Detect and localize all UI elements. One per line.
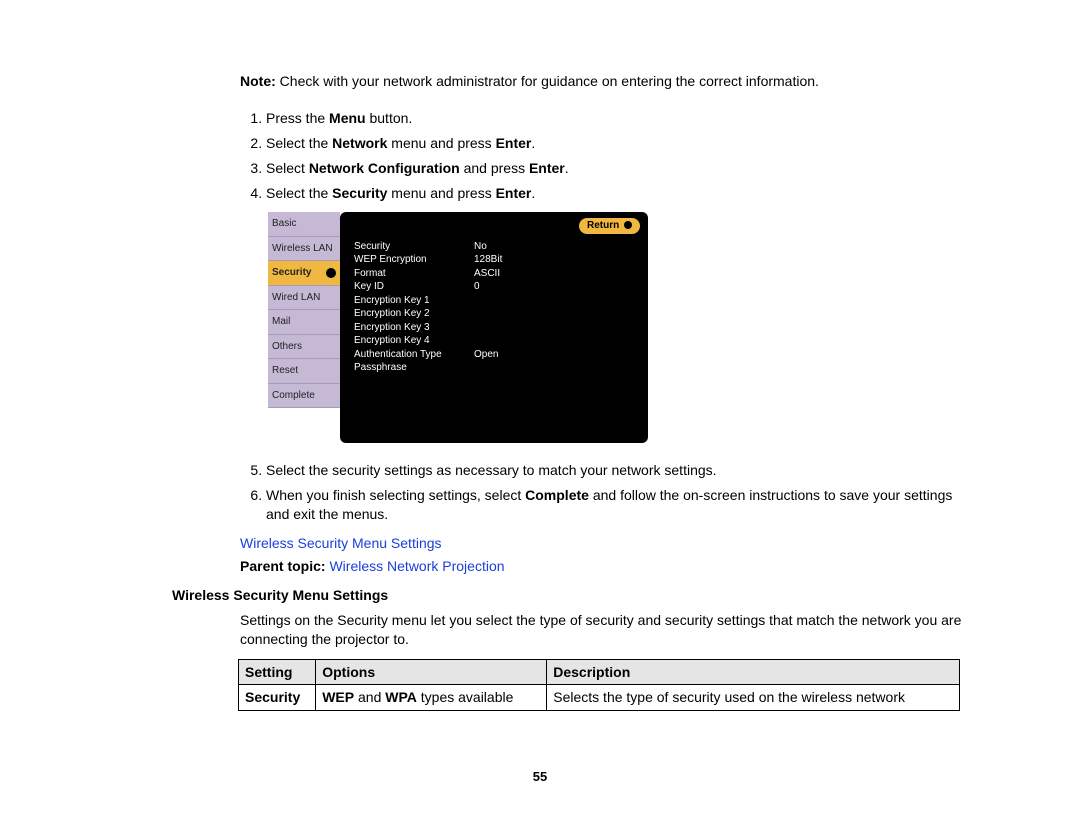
td-options: WEP and WPA types available — [316, 685, 547, 711]
list-item: Select Network Configuration and press E… — [266, 159, 962, 178]
parent-topic-link[interactable]: Wireless Network Projection — [329, 558, 504, 574]
return-button: Return — [579, 218, 640, 234]
settings-table: Setting Options Description Security WEP… — [238, 659, 960, 712]
menu-sidebar: BasicWireless LANSecurityWired LANMailOt… — [268, 212, 340, 408]
menu-row-label: Passphrase — [354, 361, 474, 375]
table-row: Security WEP and WPA types available Sel… — [239, 685, 960, 711]
return-icon — [624, 221, 632, 229]
menu-sidebar-item: Complete — [268, 384, 340, 409]
menu-row: Passphrase — [354, 361, 640, 375]
menu-row: Encryption Key 2 — [354, 307, 640, 321]
menu-row-value: No — [474, 240, 487, 254]
page: Note: Check with your network administra… — [0, 0, 1080, 834]
menu-row-label: Encryption Key 1 — [354, 294, 474, 308]
note-text: Check with your network administrator fo… — [276, 73, 819, 89]
parent-topic-label: Parent topic: — [240, 558, 326, 574]
page-number: 55 — [533, 768, 547, 786]
menu-row: FormatASCII — [354, 267, 640, 281]
note-line: Note: Check with your network administra… — [240, 72, 962, 91]
menu-sidebar-item: Others — [268, 335, 340, 360]
menu-row-label: Format — [354, 267, 474, 281]
note-label: Note: — [240, 73, 276, 89]
menu-sidebar-item: Wired LAN — [268, 286, 340, 311]
child-link-line: Wireless Security Menu Settings — [240, 534, 962, 553]
th-options: Options — [316, 659, 547, 685]
td-description: Selects the type of security used on the… — [547, 685, 960, 711]
list-item: Select the Network menu and press Enter. — [266, 134, 962, 153]
menu-sidebar-item: Reset — [268, 359, 340, 384]
menu-row-value: 128Bit — [474, 253, 502, 267]
menu-panel: Return SecurityNoWEP Encryption128BitFor… — [340, 212, 648, 443]
menu-screenshot: BasicWireless LANSecurityWired LANMailOt… — [268, 212, 648, 443]
menu-row-value: Open — [474, 348, 498, 362]
menu-row-value: 0 — [474, 280, 480, 294]
td-setting: Security — [239, 685, 316, 711]
section-para: Settings on the Security menu let you se… — [240, 611, 962, 649]
content: Note: Check with your network administra… — [172, 72, 962, 711]
menu-row: Key ID0 — [354, 280, 640, 294]
table-header-row: Setting Options Description — [239, 659, 960, 685]
menu-sidebar-item: Security — [268, 261, 340, 286]
child-topic-link[interactable]: Wireless Security Menu Settings — [240, 535, 442, 551]
menu-row: Encryption Key 1 — [354, 294, 640, 308]
menu-row: Encryption Key 4 — [354, 334, 640, 348]
section-heading: Wireless Security Menu Settings — [172, 586, 962, 605]
list-item: Select the Security menu and press Enter… — [266, 184, 962, 203]
list-item: Select the security settings as necessar… — [266, 461, 962, 480]
menu-row-label: Key ID — [354, 280, 474, 294]
menu-sidebar-item: Mail — [268, 310, 340, 335]
menu-row: Encryption Key 3 — [354, 321, 640, 335]
menu-sidebar-item: Basic — [268, 212, 340, 237]
menu-row-label: Authentication Type — [354, 348, 474, 362]
menu-row-label: WEP Encryption — [354, 253, 474, 267]
list-item: Press the Menu button. — [266, 109, 962, 128]
list-item: When you finish selecting settings, sele… — [266, 486, 962, 524]
steps-list-b: Select the security settings as necessar… — [240, 461, 962, 524]
menu-row-label: Encryption Key 3 — [354, 321, 474, 335]
menu-row-label: Security — [354, 240, 474, 254]
th-description: Description — [547, 659, 960, 685]
menu-sidebar-item: Wireless LAN — [268, 237, 340, 262]
th-setting: Setting — [239, 659, 316, 685]
menu-row-label: Encryption Key 4 — [354, 334, 474, 348]
parent-topic-line: Parent topic: Wireless Network Projectio… — [240, 557, 962, 576]
steps-list-a: Press the Menu button. Select the Network… — [240, 109, 962, 203]
menu-row-label: Encryption Key 2 — [354, 307, 474, 321]
menu-row: Authentication TypeOpen — [354, 348, 640, 362]
menu-row: WEP Encryption128Bit — [354, 253, 640, 267]
menu-row: SecurityNo — [354, 240, 640, 254]
menu-row-value: ASCII — [474, 267, 500, 281]
menu-rows: SecurityNoWEP Encryption128BitFormatASCI… — [348, 238, 640, 375]
